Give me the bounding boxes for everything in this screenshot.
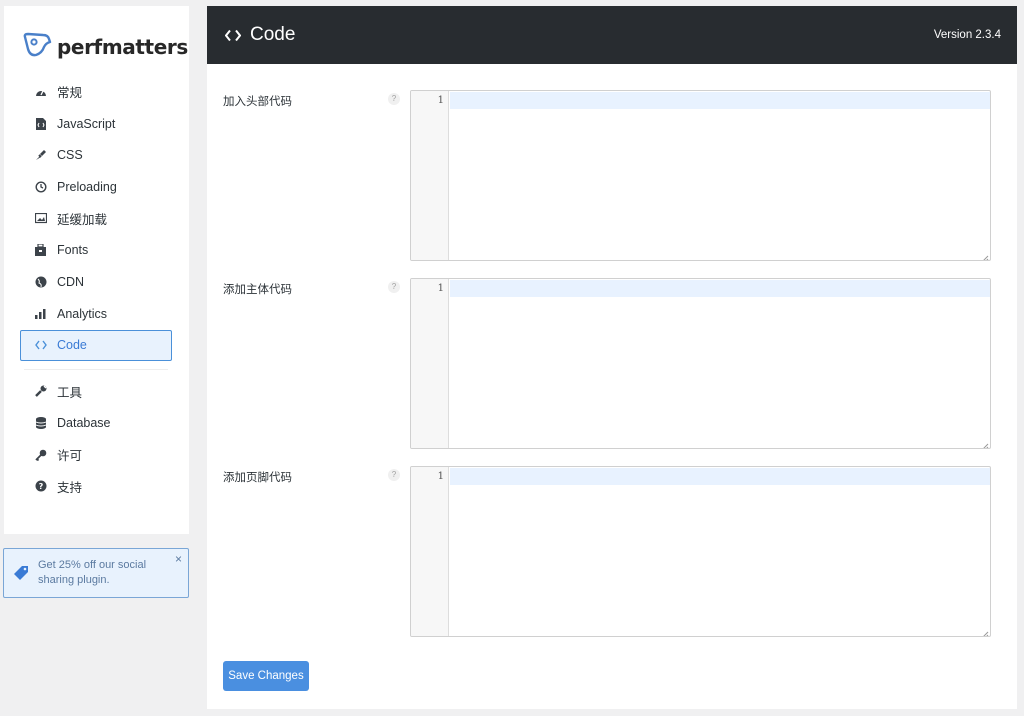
help-tooltip-icon[interactable]: ?	[388, 281, 400, 293]
sidebar-item-label: 工具	[57, 385, 83, 400]
footer-code-editor[interactable]: 1	[410, 466, 991, 637]
sidebar-item-label: JavaScript	[57, 116, 116, 131]
svg-text:?: ?	[38, 482, 43, 491]
body-code-field: 添加主体代码 ? 1	[223, 278, 991, 450]
help-tooltip-icon[interactable]: ?	[388, 469, 400, 481]
sidebar-item-javascript[interactable]: JavaScript	[20, 108, 172, 140]
line-number: 1	[437, 471, 444, 482]
body-code-editor[interactable]: 1	[410, 278, 991, 449]
sidebar-item-label: Database	[57, 416, 111, 431]
sidebar-item-label: 延缓加载	[57, 213, 108, 228]
globe-icon	[34, 275, 47, 288]
sidebar-item-label: CDN	[57, 274, 85, 289]
sidebar: perfmatters 常规 JavaScript CSS Preloading	[4, 6, 189, 534]
line-gutter: 1	[411, 91, 449, 260]
tag-icon	[13, 565, 29, 586]
line-gutter: 1	[411, 279, 449, 448]
resize-handle-icon[interactable]	[980, 250, 989, 260]
sidebar-divider	[24, 368, 168, 370]
field-label: 添加主体代码	[223, 284, 292, 296]
toolbox-icon	[34, 244, 47, 257]
sidebar-item-database[interactable]: Database	[20, 407, 172, 439]
header-code-editor[interactable]: 1	[410, 90, 991, 261]
sidebar-item-preloading[interactable]: Preloading	[20, 171, 172, 203]
line-gutter: 1	[411, 467, 449, 636]
field-label: 添加页脚代码	[223, 472, 292, 484]
line-number: 1	[437, 95, 444, 106]
sidebar-item-fonts[interactable]: Fonts	[20, 234, 172, 266]
sidebar-item-label: 常规	[57, 86, 83, 101]
promo-text: Get 25% off our social sharing plugin.	[38, 559, 147, 586]
page-title: Code	[225, 24, 295, 46]
sidebar-item-license[interactable]: 许可	[20, 439, 172, 471]
sidebar-item-cdn[interactable]: CDN	[20, 266, 172, 298]
header-code-field: 加入头部代码 ? 1	[223, 90, 991, 262]
page-header: Code Version 2.3.4	[207, 6, 1017, 64]
sidebar-item-lazy-load[interactable]: 延缓加载	[20, 203, 172, 235]
sidebar-item-label: Fonts	[57, 243, 89, 258]
perfmatters-logo[interactable]: perfmatters	[22, 31, 188, 63]
dashboard-icon	[34, 85, 47, 98]
perfmatters-logo-icon	[22, 32, 52, 63]
question-circle-icon: ?	[34, 480, 47, 493]
line-number: 1	[437, 283, 444, 294]
sidebar-item-label: CSS	[57, 148, 83, 163]
sidebar-item-general[interactable]: 常规	[20, 76, 172, 108]
database-icon	[34, 417, 47, 430]
sidebar-item-label: Code	[57, 338, 87, 352]
active-line	[450, 468, 990, 485]
active-line	[450, 92, 990, 109]
sidebar-item-css[interactable]: CSS	[20, 139, 172, 171]
help-tooltip-icon[interactable]: ?	[388, 93, 400, 105]
resize-handle-icon[interactable]	[980, 626, 989, 636]
sidebar-nav: 常规 JavaScript CSS Preloading 延缓加载 Fonts …	[20, 76, 172, 502]
sidebar-item-code[interactable]: Code	[20, 329, 172, 361]
sidebar-item-label: 许可	[57, 449, 83, 464]
sidebar-item-label: Preloading	[57, 179, 117, 194]
page-title-text: Code	[250, 24, 296, 45]
sidebar-item-label: 支持	[57, 480, 83, 495]
brand-name: perfmatters	[57, 35, 188, 59]
wrench-icon	[34, 385, 47, 398]
resize-handle-icon[interactable]	[980, 438, 989, 448]
sidebar-item-analytics[interactable]: Analytics	[20, 298, 172, 330]
code-icon	[34, 339, 47, 352]
version-label: Version 2.3.4	[933, 29, 1001, 41]
footer-code-field: 添加页脚代码 ? 1	[223, 466, 991, 638]
sidebar-item-label: Analytics	[57, 306, 108, 321]
file-code-icon	[34, 117, 47, 130]
sidebar-item-support[interactable]: ? 支持	[20, 471, 172, 503]
active-line	[450, 280, 990, 297]
main-panel: Code Version 2.3.4 加入头部代码 ? 1 添加主体代码 ? 1	[207, 6, 1017, 709]
image-icon	[34, 212, 47, 225]
clock-icon	[34, 180, 47, 193]
close-icon[interactable]: ×	[175, 552, 182, 566]
bar-chart-icon	[34, 307, 47, 320]
save-changes-button[interactable]: Save Changes	[223, 661, 309, 691]
paintbrush-icon	[34, 149, 47, 162]
field-label: 加入头部代码	[223, 96, 292, 108]
promo-banner[interactable]: Get 25% off our social sharing plugin. ×	[3, 548, 189, 598]
code-icon	[225, 29, 241, 42]
key-icon	[34, 448, 47, 461]
sidebar-item-tools[interactable]: 工具	[20, 376, 172, 408]
